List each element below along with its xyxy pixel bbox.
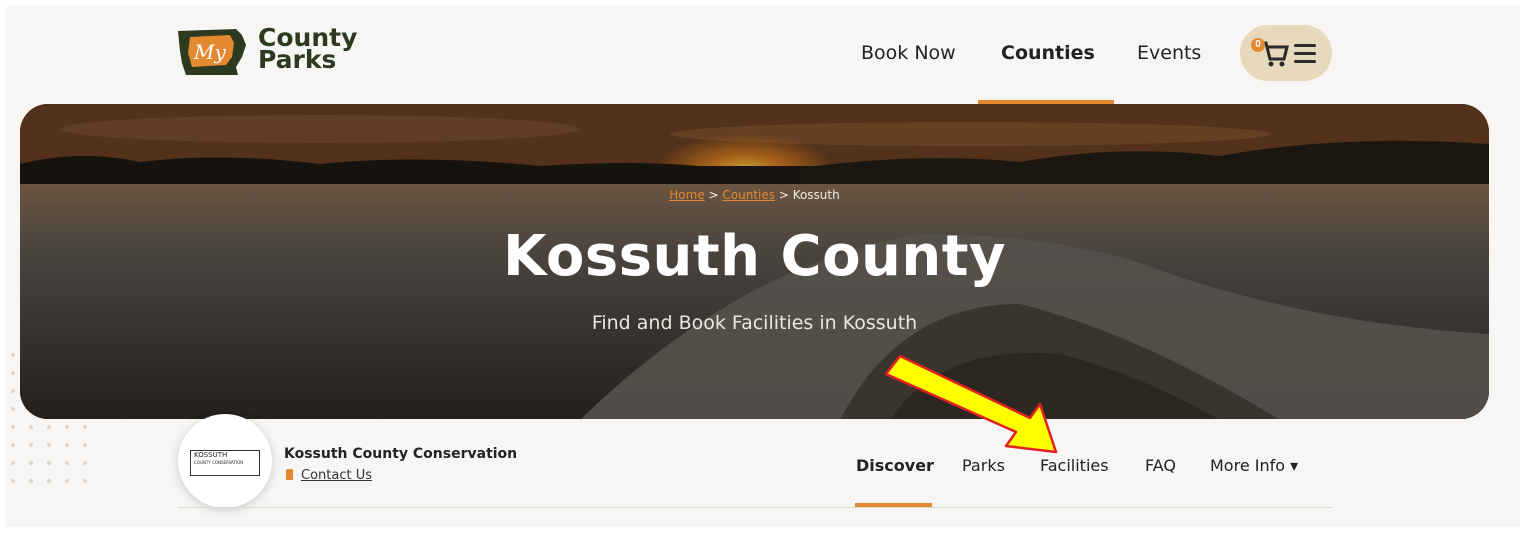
hero-banner: Home > Counties > Kossuth Kossuth County…	[20, 104, 1489, 419]
logo-text: County Parks	[258, 25, 357, 74]
bookmark-icon	[286, 469, 293, 480]
iowa-map-icon: My	[178, 29, 246, 75]
org-logo-subtitle: COUNTY CONSERVATION	[194, 460, 244, 465]
nav-counties[interactable]: Counties	[1001, 42, 1095, 64]
org-logo-box: KOSSUTH COUNTY CONSERVATION	[190, 450, 260, 476]
breadcrumb-separator: >	[775, 188, 793, 202]
subnav-divider	[178, 507, 1332, 508]
breadcrumb-counties[interactable]: Counties	[722, 188, 775, 202]
breadcrumb: Home > Counties > Kossuth	[20, 188, 1489, 202]
breadcrumb-separator: >	[704, 188, 723, 202]
nav-book-now[interactable]: Book Now	[861, 42, 956, 64]
annotation-arrow-icon	[884, 354, 1058, 454]
contact-us-link[interactable]: Contact Us	[301, 468, 372, 483]
hamburger-icon	[1294, 44, 1316, 63]
org-logo: KOSSUTH COUNTY CONSERVATION	[178, 414, 272, 508]
org-name: Kossuth County Conservation	[284, 446, 518, 462]
cart-count-badge: 0	[1251, 38, 1265, 52]
breadcrumb-current: Kossuth	[792, 188, 840, 202]
tab-faq[interactable]: FAQ	[1145, 456, 1176, 475]
logo-line-2: Parks	[258, 45, 337, 74]
page-subtitle: Find and Book Facilities in Kossuth	[591, 312, 918, 334]
contact-link-row: Contact Us	[286, 468, 372, 483]
page-title: Kossuth County	[502, 224, 1007, 289]
nav-events[interactable]: Events	[1137, 42, 1201, 64]
org-logo-title: KOSSUTH	[194, 451, 228, 459]
tab-more-info[interactable]: More Info ▾	[1210, 456, 1298, 475]
cart-menu-button[interactable]: 0	[1240, 25, 1332, 81]
breadcrumb-home[interactable]: Home	[669, 188, 704, 202]
site-logo[interactable]: My County Parks	[176, 23, 357, 81]
logo-badge-text: My	[193, 40, 226, 64]
